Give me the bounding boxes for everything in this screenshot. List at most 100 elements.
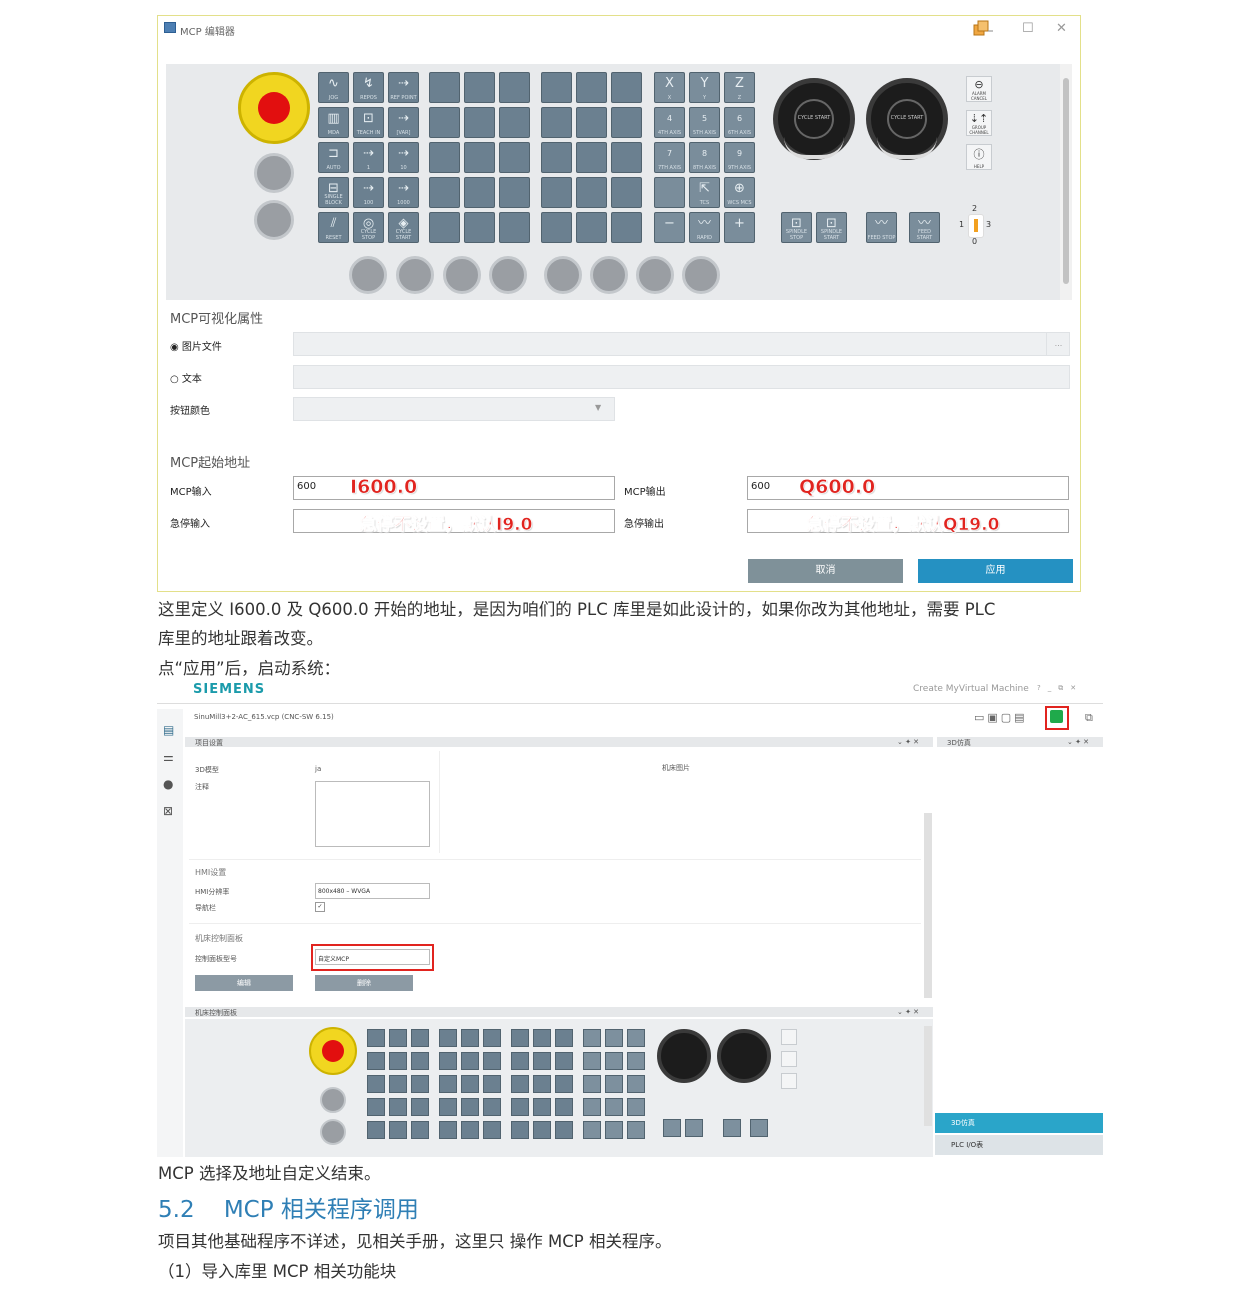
mini-key[interactable] bbox=[389, 1098, 407, 1116]
image-file-field[interactable] bbox=[293, 332, 1070, 356]
mode-key-cycle-start[interactable]: ◈ CYCLE START bbox=[388, 212, 419, 243]
custom-key-blank[interactable] bbox=[464, 142, 495, 173]
mini-key[interactable] bbox=[533, 1052, 551, 1070]
mini-key[interactable] bbox=[533, 1075, 551, 1093]
custom-key-blank[interactable] bbox=[611, 177, 642, 208]
mini-key[interactable] bbox=[605, 1052, 623, 1070]
help-key[interactable]: ⓘ HELP bbox=[966, 144, 992, 170]
emergency-stop-button[interactable] bbox=[238, 72, 310, 144]
mode-key-single-block[interactable]: ⊟ SINGLE BLOCK bbox=[318, 177, 349, 208]
round-key[interactable] bbox=[254, 200, 294, 240]
mini-key[interactable] bbox=[627, 1075, 645, 1093]
mode-key--var-[interactable]: ⇢ [VAR] bbox=[388, 107, 419, 138]
plus-key[interactable]: + bbox=[724, 212, 755, 243]
mini-key[interactable] bbox=[583, 1098, 601, 1116]
mini-key[interactable] bbox=[605, 1075, 623, 1093]
mcp-input-field[interactable]: 600 bbox=[293, 476, 615, 500]
mini-key[interactable] bbox=[439, 1029, 457, 1047]
mcp-output-field[interactable]: 600 bbox=[747, 476, 1069, 500]
minus-key[interactable]: − bbox=[654, 212, 685, 243]
mini-key[interactable] bbox=[461, 1052, 479, 1070]
mini-key[interactable] bbox=[605, 1098, 623, 1116]
toolbar-icons[interactable]: ▭▣▢▤ bbox=[974, 711, 1028, 724]
round-key[interactable] bbox=[254, 153, 294, 193]
tab-plc-io[interactable]: PLC I/O表 bbox=[935, 1135, 1103, 1155]
custom-key-blank[interactable] bbox=[429, 212, 460, 243]
mini-key[interactable] bbox=[461, 1029, 479, 1047]
project-icon[interactable]: ▤ bbox=[163, 723, 174, 737]
custom-key-blank[interactable] bbox=[499, 72, 530, 103]
axis-key[interactable]: 7 7TH AXIS bbox=[654, 142, 685, 173]
mini-key[interactable] bbox=[723, 1119, 741, 1137]
axis-key[interactable]: 9 9TH AXIS bbox=[724, 142, 755, 173]
mini-key[interactable] bbox=[411, 1121, 429, 1139]
mode-key-cycle-stop[interactable]: ◎ CYCLE STOP bbox=[353, 212, 384, 243]
custom-key-blank[interactable] bbox=[576, 107, 607, 138]
mini-key[interactable] bbox=[367, 1075, 385, 1093]
custom-key-blank[interactable] bbox=[611, 107, 642, 138]
mode-key-repos[interactable]: ↯ REPOS bbox=[353, 72, 384, 103]
mini-key[interactable] bbox=[533, 1098, 551, 1116]
custom-key-blank[interactable] bbox=[576, 177, 607, 208]
custom-key-blank[interactable] bbox=[611, 212, 642, 243]
mini-key[interactable] bbox=[483, 1052, 501, 1070]
mini-key[interactable] bbox=[367, 1098, 385, 1116]
custom-key-blank[interactable] bbox=[464, 107, 495, 138]
custom-key-blank[interactable] bbox=[429, 177, 460, 208]
round-key[interactable] bbox=[682, 256, 720, 294]
mini-key[interactable] bbox=[511, 1098, 529, 1116]
axis-key[interactable]: YY bbox=[689, 72, 720, 103]
mini-key[interactable] bbox=[533, 1121, 551, 1139]
tab-3d-sim[interactable]: 3D仿真 bbox=[935, 1113, 1103, 1133]
mcp-type-select[interactable]: 自定义MCP bbox=[315, 949, 430, 965]
mini-key[interactable] bbox=[461, 1075, 479, 1093]
mini-key[interactable] bbox=[411, 1075, 429, 1093]
custom-key-blank[interactable] bbox=[541, 72, 572, 103]
custom-key-blank[interactable] bbox=[541, 107, 572, 138]
mini-key[interactable] bbox=[461, 1121, 479, 1139]
mini-key[interactable] bbox=[605, 1121, 623, 1139]
custom-key-blank[interactable] bbox=[464, 72, 495, 103]
nav-bar-checkbox[interactable]: ✓ bbox=[315, 902, 325, 912]
mini-key[interactable] bbox=[605, 1029, 623, 1047]
mini-key[interactable] bbox=[367, 1029, 385, 1047]
feed-override-knob[interactable]: CYCLE START bbox=[773, 78, 855, 160]
mini-key[interactable] bbox=[750, 1119, 768, 1137]
wcs-mcs-key[interactable]: ⊕ WCS MCS bbox=[724, 177, 755, 208]
axis-key[interactable]: 6 6TH AXIS bbox=[724, 107, 755, 138]
maximize-button[interactable]: ☐ bbox=[1022, 21, 1034, 36]
image-file-radio[interactable]: ◉ 图片文件 bbox=[170, 338, 222, 353]
mini-key[interactable] bbox=[411, 1052, 429, 1070]
mode-key-ref-point[interactable]: ⇢ REF POINT bbox=[388, 72, 419, 103]
axis-key[interactable]: ZZ bbox=[724, 72, 755, 103]
mode-key-teach-in[interactable]: ⊡ TEACH IN bbox=[353, 107, 384, 138]
mini-key[interactable] bbox=[627, 1098, 645, 1116]
mini-key[interactable] bbox=[389, 1029, 407, 1047]
mini-side-key[interactable] bbox=[781, 1073, 797, 1089]
group-channel-key[interactable]: ⇣⇡ GROUP CHANNEL bbox=[966, 110, 992, 136]
custom-key-blank[interactable] bbox=[611, 72, 642, 103]
mini-key[interactable] bbox=[483, 1029, 501, 1047]
mini-key[interactable] bbox=[439, 1052, 457, 1070]
mini-knob[interactable] bbox=[717, 1029, 771, 1083]
custom-key-blank[interactable] bbox=[429, 107, 460, 138]
custom-key-blank[interactable] bbox=[576, 72, 607, 103]
mode-key-10[interactable]: ⇢ 10 bbox=[388, 142, 419, 173]
panel-controls[interactable]: ⌄ ✦ ✕ bbox=[897, 1008, 919, 1016]
mini-knob[interactable] bbox=[657, 1029, 711, 1083]
mini-key[interactable] bbox=[511, 1029, 529, 1047]
close-button[interactable]: ✕ bbox=[1056, 21, 1067, 36]
restore-panels-icon[interactable] bbox=[972, 19, 994, 37]
mini-key[interactable] bbox=[367, 1052, 385, 1070]
apply-button[interactable]: 应用 bbox=[918, 559, 1073, 583]
custom-key-blank[interactable] bbox=[541, 177, 572, 208]
feed-stop-key[interactable]: 〰 FEED STOP bbox=[866, 212, 897, 243]
mini-emergency-stop[interactable] bbox=[309, 1027, 357, 1075]
mini-key[interactable] bbox=[555, 1075, 573, 1093]
mini-key[interactable] bbox=[511, 1075, 529, 1093]
rapid-key[interactable]: 〰 RAPID bbox=[689, 212, 720, 243]
custom-key-blank[interactable] bbox=[576, 142, 607, 173]
mini-key[interactable] bbox=[583, 1052, 601, 1070]
custom-key-blank[interactable] bbox=[429, 72, 460, 103]
mini-key[interactable] bbox=[483, 1121, 501, 1139]
